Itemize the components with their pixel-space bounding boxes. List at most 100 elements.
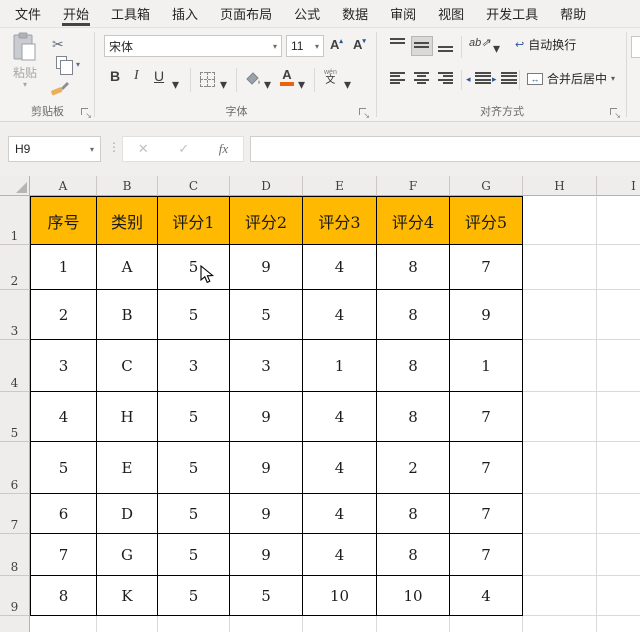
- top-align-button[interactable]: [387, 36, 409, 56]
- tab-数据[interactable]: 数据: [331, 0, 379, 27]
- cell-E1[interactable]: 评分3: [303, 196, 377, 245]
- cell-F9[interactable]: 10: [377, 576, 450, 616]
- cell-A1[interactable]: 序号: [30, 196, 97, 245]
- tab-视图[interactable]: 视图: [427, 0, 475, 27]
- cell-B4[interactable]: C: [97, 340, 158, 392]
- font-color-dropdown-icon[interactable]: ▾: [298, 76, 305, 93]
- cell-G8[interactable]: 7: [450, 534, 523, 576]
- cell-A6[interactable]: 5: [30, 442, 97, 494]
- name-box[interactable]: H9 ▾: [8, 136, 101, 162]
- cell-F7[interactable]: 8: [377, 494, 450, 534]
- fill-color-dropdown-icon[interactable]: ▾: [264, 76, 271, 93]
- cell-B5[interactable]: H: [97, 392, 158, 442]
- row-header-1[interactable]: 1: [0, 196, 30, 245]
- cell-B7[interactable]: D: [97, 494, 158, 534]
- tab-插入[interactable]: 插入: [161, 0, 209, 27]
- fill-color-button[interactable]: [244, 70, 262, 86]
- cell-D8[interactable]: 9: [230, 534, 303, 576]
- font-dialog-launcher-icon[interactable]: [358, 107, 370, 120]
- decrease-indent-button[interactable]: ◂: [466, 70, 491, 88]
- cell-I3[interactable]: [597, 290, 640, 340]
- font-color-button[interactable]: A: [280, 68, 294, 86]
- column-header-B[interactable]: B: [97, 176, 158, 196]
- font-size-combo[interactable]: 11 ▾: [286, 35, 324, 57]
- tab-开发工具[interactable]: 开发工具: [475, 0, 549, 27]
- underline-dropdown-icon[interactable]: ▾: [172, 76, 179, 93]
- align-center-button[interactable]: [411, 70, 433, 88]
- cell-F1[interactable]: 评分4: [377, 196, 450, 245]
- increase-indent-button[interactable]: ▸: [492, 70, 517, 88]
- middle-align-button[interactable]: [411, 36, 433, 56]
- cell-G2[interactable]: 7: [450, 245, 523, 290]
- cell-B6[interactable]: E: [97, 442, 158, 494]
- cell-H8[interactable]: [523, 534, 597, 576]
- select-all-corner[interactable]: [0, 176, 30, 196]
- row-header-5[interactable]: 5: [0, 392, 30, 442]
- cell-G4[interactable]: 1: [450, 340, 523, 392]
- cancel-button[interactable]: ✕: [138, 141, 149, 157]
- tab-文件[interactable]: 文件: [4, 0, 52, 27]
- cell-E4[interactable]: 1: [303, 340, 377, 392]
- cell-B2[interactable]: A: [97, 245, 158, 290]
- column-header-A[interactable]: A: [30, 176, 97, 196]
- cell-G3[interactable]: 9: [450, 290, 523, 340]
- row-header-8[interactable]: 8: [0, 534, 30, 576]
- cell-E10[interactable]: [303, 616, 377, 632]
- row-header-7[interactable]: 7: [0, 494, 30, 534]
- row-header-10[interactable]: [0, 616, 30, 632]
- cell-E5[interactable]: 4: [303, 392, 377, 442]
- cell-H10[interactable]: [523, 616, 597, 632]
- cell-H2[interactable]: [523, 245, 597, 290]
- copy-dropdown-icon[interactable]: ▾: [76, 60, 80, 69]
- borders-button[interactable]: [200, 72, 215, 87]
- cell-A10[interactable]: [30, 616, 97, 632]
- font-name-combo[interactable]: 宋体 ▾: [104, 35, 282, 57]
- align-left-button[interactable]: [387, 70, 409, 88]
- cell-C10[interactable]: [158, 616, 230, 632]
- cell-E3[interactable]: 4: [303, 290, 377, 340]
- cell-I1[interactable]: [597, 196, 640, 245]
- format-painter-button[interactable]: [50, 80, 70, 98]
- tab-公式[interactable]: 公式: [283, 0, 331, 27]
- orientation-dropdown-icon[interactable]: ▾: [493, 40, 500, 57]
- number-format-combo-fragment[interactable]: [631, 36, 640, 58]
- cell-G7[interactable]: 7: [450, 494, 523, 534]
- row-header-9[interactable]: 9: [0, 576, 30, 616]
- cell-C4[interactable]: 3: [158, 340, 230, 392]
- bold-button[interactable]: B: [110, 68, 120, 84]
- cell-I5[interactable]: [597, 392, 640, 442]
- column-header-G[interactable]: G: [450, 176, 523, 196]
- cell-D9[interactable]: 5: [230, 576, 303, 616]
- cell-A9[interactable]: 8: [30, 576, 97, 616]
- paste-button[interactable]: 粘贴 ▾: [6, 32, 44, 98]
- insert-function-button[interactable]: fx: [219, 141, 228, 157]
- cell-H1[interactable]: [523, 196, 597, 245]
- tab-帮助[interactable]: 帮助: [549, 0, 597, 27]
- cell-F8[interactable]: 8: [377, 534, 450, 576]
- tab-页面布局[interactable]: 页面布局: [209, 0, 283, 27]
- cell-I2[interactable]: [597, 245, 640, 290]
- cell-C5[interactable]: 5: [158, 392, 230, 442]
- cell-C9[interactable]: 5: [158, 576, 230, 616]
- name-box-dropdown-icon[interactable]: ▾: [90, 145, 94, 154]
- cell-G6[interactable]: 7: [450, 442, 523, 494]
- borders-dropdown-icon[interactable]: ▾: [220, 76, 227, 93]
- cell-I7[interactable]: [597, 494, 640, 534]
- column-header-H[interactable]: H: [523, 176, 597, 196]
- column-header-F[interactable]: F: [377, 176, 450, 196]
- cell-E6[interactable]: 4: [303, 442, 377, 494]
- cell-I8[interactable]: [597, 534, 640, 576]
- cell-C2[interactable]: 5: [158, 245, 230, 290]
- cell-F5[interactable]: 8: [377, 392, 450, 442]
- phonetic-dropdown-icon[interactable]: ▾: [344, 76, 351, 93]
- cell-I6[interactable]: [597, 442, 640, 494]
- cell-F6[interactable]: 2: [377, 442, 450, 494]
- cell-C1[interactable]: 评分1: [158, 196, 230, 245]
- phonetic-guide-button[interactable]: wén 文: [324, 69, 337, 86]
- cell-H5[interactable]: [523, 392, 597, 442]
- italic-button[interactable]: I: [134, 68, 139, 84]
- cell-H3[interactable]: [523, 290, 597, 340]
- merge-center-button[interactable]: ↔ 合并后居中 ▾: [527, 70, 615, 87]
- increase-font-size-button[interactable]: A▴: [330, 37, 343, 52]
- tab-工具箱[interactable]: 工具箱: [100, 0, 161, 27]
